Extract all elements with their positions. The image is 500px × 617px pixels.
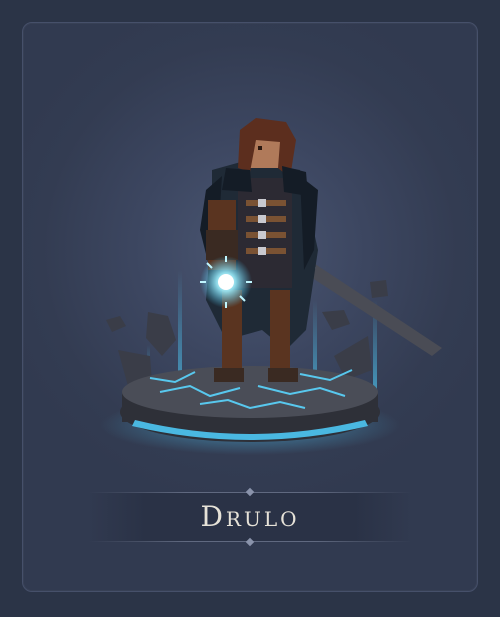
name-banner: Drulo — [88, 487, 412, 547]
stone-platform — [120, 366, 380, 442]
magic-orb-icon — [200, 256, 252, 308]
character-name: Drulo — [200, 500, 300, 533]
character-sprite — [200, 118, 318, 382]
